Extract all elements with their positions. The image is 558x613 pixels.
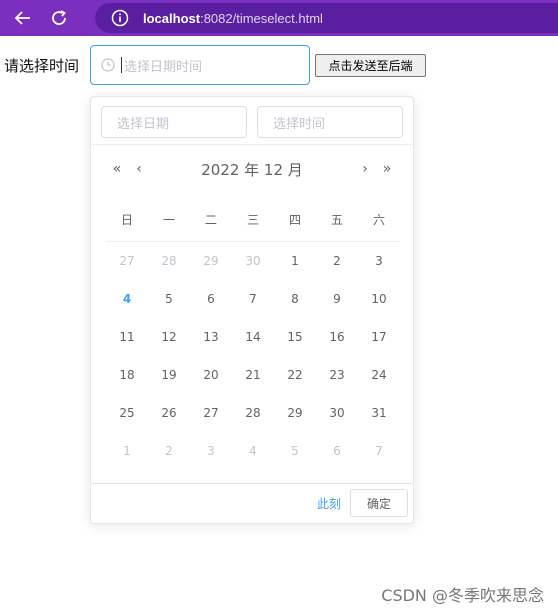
- time-label: 请选择时间: [4, 57, 80, 75]
- weekday-label: 三: [246, 213, 259, 227]
- reload-icon: [52, 10, 66, 25]
- next-month-icon[interactable]: ›: [357, 161, 373, 177]
- browser-toolbar: localhost:8082/timeselect.html: [0, 0, 558, 36]
- calendar-week: 27 28 29 30 1 2 3: [106, 250, 400, 288]
- calendar-day[interactable]: 11: [106, 326, 148, 364]
- address-bar[interactable]: localhost:8082/timeselect.html: [95, 3, 558, 33]
- calendar-day[interactable]: 20: [190, 364, 232, 402]
- calendar-day[interactable]: 30: [232, 250, 274, 288]
- calendar-day[interactable]: 4: [232, 440, 274, 478]
- weekday-label: 四: [288, 213, 301, 227]
- calendar-day[interactable]: 14: [232, 326, 274, 364]
- calendar-day[interactable]: 15: [274, 326, 316, 364]
- calendar-day[interactable]: 18: [106, 364, 148, 402]
- weekday-header: 日 一 二 三 四 五 六: [106, 211, 400, 231]
- calendar-day[interactable]: 22: [274, 364, 316, 402]
- clock-icon: [101, 58, 115, 72]
- calendar-day-today[interactable]: 4: [106, 288, 148, 326]
- url-path: :8082/timeselect.html: [200, 10, 323, 26]
- calendar-day[interactable]: 29: [190, 250, 232, 288]
- url-host: localhost: [143, 10, 201, 26]
- calendar-day[interactable]: 28: [232, 402, 274, 440]
- picker-footer: 此刻 确定: [91, 483, 413, 523]
- picker-header-inputs: 选择日期 选择时间: [91, 97, 413, 145]
- calendar-day[interactable]: 13: [190, 326, 232, 364]
- back-button[interactable]: [8, 3, 38, 33]
- calendar-day[interactable]: 30: [316, 402, 358, 440]
- back-arrow-icon: [14, 11, 30, 25]
- weekday-label: 日: [120, 213, 133, 227]
- weekday-label: 五: [330, 213, 343, 227]
- watermark: CSDN @冬季吹来思念: [381, 586, 544, 605]
- send-to-backend-button[interactable]: 点击发送至后端: [315, 54, 426, 77]
- calendar-week: 25 26 27 28 29 30 31: [106, 402, 400, 440]
- calendar-day[interactable]: 19: [148, 364, 190, 402]
- calendar-day[interactable]: 7: [358, 440, 400, 478]
- calendar-day[interactable]: 23: [316, 364, 358, 402]
- calendar-day[interactable]: 10: [358, 288, 400, 326]
- calendar-day[interactable]: 29: [274, 402, 316, 440]
- calendar-day[interactable]: 7: [232, 288, 274, 326]
- calendar-day[interactable]: 16: [316, 326, 358, 364]
- calendar-day[interactable]: 3: [190, 440, 232, 478]
- calendar-day[interactable]: 17: [358, 326, 400, 364]
- calendar-day[interactable]: 25: [106, 402, 148, 440]
- calendar-week: 1 2 3 4 5 6 7: [106, 440, 400, 478]
- calendar-week: 4 5 6 7 8 9 10: [106, 288, 400, 326]
- reload-button[interactable]: [44, 3, 74, 33]
- calendar-day[interactable]: 5: [148, 288, 190, 326]
- picker-date-input[interactable]: 选择日期: [101, 106, 247, 138]
- calendar-day[interactable]: 1: [106, 440, 148, 478]
- info-icon[interactable]: [111, 9, 129, 27]
- calendar-day[interactable]: 31: [358, 402, 400, 440]
- calendar-day[interactable]: 3: [358, 250, 400, 288]
- calendar-day[interactable]: 27: [106, 250, 148, 288]
- calendar-week: 18 19 20 21 22 23 24: [106, 364, 400, 402]
- datetime-input[interactable]: 选择日期时间: [90, 45, 310, 85]
- datetime-picker-panel: 选择日期 选择时间 « ‹ 2022 年 12 月 › » 日 一 二 三 四 …: [90, 96, 414, 524]
- calendar-day[interactable]: 21: [232, 364, 274, 402]
- calendar-day[interactable]: 24: [358, 364, 400, 402]
- calendar-grid: 27 28 29 30 1 2 3 4 5 6 7 8 9 10 11 12 1…: [106, 250, 400, 478]
- calendar-day[interactable]: 5: [274, 440, 316, 478]
- calendar-day[interactable]: 27: [190, 402, 232, 440]
- calendar-week: 11 12 13 14 15 16 17: [106, 326, 400, 364]
- calendar-day[interactable]: 9: [316, 288, 358, 326]
- calendar-day[interactable]: 12: [148, 326, 190, 364]
- confirm-button[interactable]: 确定: [350, 489, 408, 517]
- text-caret: [121, 57, 122, 73]
- weekday-divider: [106, 241, 400, 242]
- calendar-day[interactable]: 1: [274, 250, 316, 288]
- calendar-day[interactable]: 6: [316, 440, 358, 478]
- now-link[interactable]: 此刻: [317, 495, 341, 512]
- calendar-day[interactable]: 26: [148, 402, 190, 440]
- calendar-day[interactable]: 6: [190, 288, 232, 326]
- month-navigation: « ‹ 2022 年 12 月 › »: [91, 155, 413, 185]
- datetime-placeholder: 选择日期时间: [124, 59, 203, 75]
- calendar-day[interactable]: 8: [274, 288, 316, 326]
- calendar-day[interactable]: 2: [316, 250, 358, 288]
- calendar-day[interactable]: 2: [148, 440, 190, 478]
- weekday-label: 一: [162, 213, 175, 227]
- calendar-day[interactable]: 28: [148, 250, 190, 288]
- weekday-label: 二: [204, 213, 217, 227]
- picker-time-input[interactable]: 选择时间: [257, 106, 403, 138]
- next-year-icon[interactable]: »: [379, 161, 395, 177]
- weekday-label: 六: [372, 213, 385, 227]
